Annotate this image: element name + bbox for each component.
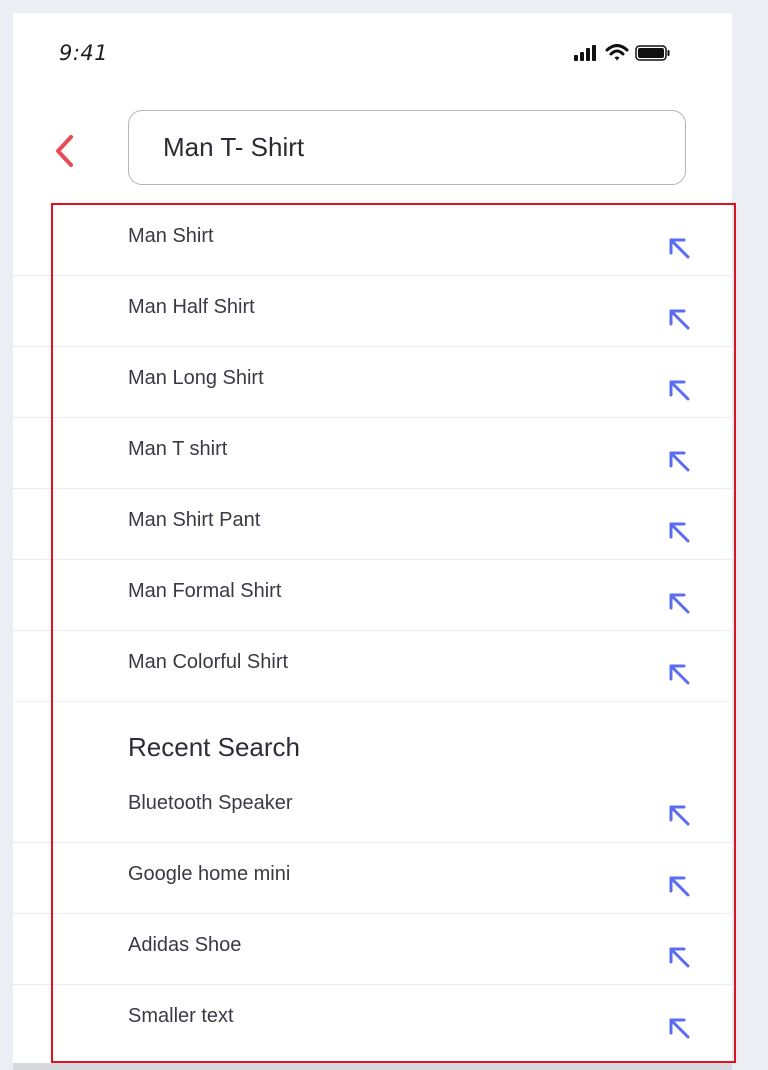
list-item-label: Man T shirt [128,438,228,460]
signal-icon [574,45,596,61]
list-item-label: Man Long Shirt [128,367,264,389]
list-item[interactable]: Man T shirt [13,418,732,489]
section-title: Recent Search [128,732,300,762]
recent-search-heading: Recent Search [13,702,732,772]
list-item[interactable]: Man Shirt [13,205,732,276]
recent-item-label: Bluetooth Speaker [128,792,293,814]
arrow-up-left-icon[interactable] [666,873,692,899]
recent-item[interactable]: Adidas Shoe [13,914,732,985]
list-item[interactable]: Man Long Shirt [13,347,732,418]
status-icons [573,44,671,62]
recent-item-label: Adidas Shoe [128,934,242,956]
recent-item[interactable]: Smaller text [13,985,732,1056]
wifi-icon [605,44,629,61]
chevron-left-icon [56,135,73,167]
list-item[interactable]: Man Colorful Shirt [13,631,732,702]
bottom-edge [13,1063,732,1070]
recent-item-label: Smaller text [128,1005,234,1027]
list-item[interactable]: Man Formal Shirt [13,560,732,631]
arrow-up-left-icon[interactable] [666,448,692,474]
arrow-up-left-icon[interactable] [666,590,692,616]
arrow-up-left-icon[interactable] [666,661,692,687]
arrow-up-left-icon[interactable] [666,802,692,828]
recent-item[interactable]: Bluetooth Speaker [13,772,732,843]
arrow-up-left-icon[interactable] [666,519,692,545]
status-time: 9:41 [59,41,109,65]
search-input[interactable]: Man T- Shirt [128,110,686,185]
list-item-label: Man Colorful Shirt [128,651,289,673]
arrow-up-left-icon[interactable] [666,377,692,403]
list-item[interactable]: Man Half Shirt [13,276,732,347]
arrow-up-left-icon[interactable] [666,235,692,261]
recent-item-label: Google home mini [128,863,291,885]
arrow-up-left-icon[interactable] [666,306,692,332]
recent-item[interactable]: Google home mini [13,843,732,914]
back-button[interactable] [49,131,83,171]
list-item-label: Man Shirt Pant [128,509,261,531]
battery-icon [635,45,670,61]
list-item-label: Man Half Shirt [128,296,255,318]
arrow-up-left-icon[interactable] [666,1015,692,1041]
arrow-up-left-icon[interactable] [666,944,692,970]
suggestion-list: Man Shirt Man Half Shirt Man Long Shirt … [13,205,732,1056]
search-input-value: Man T- Shirt [163,132,305,162]
phone-screen: 9:41 Man T- Shirt Man Shirt Man Half Shi… [13,13,732,1070]
list-item-label: Man Formal Shirt [128,580,282,602]
list-item[interactable]: Man Shirt Pant [13,489,732,560]
list-item-label: Man Shirt [128,225,214,247]
